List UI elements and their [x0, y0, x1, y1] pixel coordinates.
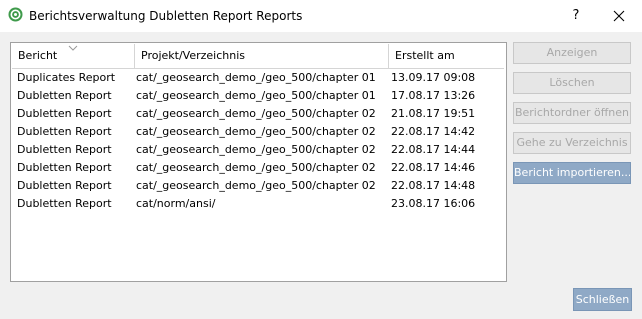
- cell-project: cat/_geosearch_demo_/geo_500/chapter 01: [136, 71, 376, 84]
- app-logo-icon: [8, 7, 23, 22]
- reports-table[interactable]: Bericht Projekt/Verzeichnis Erstellt am …: [10, 42, 507, 282]
- column-header-project[interactable]: Projekt/Verzeichnis: [134, 44, 388, 68]
- cell-project: cat/norm/ansi/: [136, 197, 216, 210]
- cell-project: cat/_geosearch_demo_/geo_500/chapter 01: [136, 89, 376, 102]
- table-body: Duplicates Report cat/_geosearch_demo_/g…: [12, 69, 504, 213]
- table-row[interactable]: Dubletten Report cat/_geosearch_demo_/ge…: [12, 159, 504, 177]
- table-row[interactable]: Dubletten Report cat/_geosearch_demo_/ge…: [12, 141, 504, 159]
- go-to-directory-button[interactable]: Gehe zu Verzeichnis: [513, 132, 631, 154]
- cell-report: Dubletten Report: [17, 179, 112, 192]
- cell-created: 22.08.17 14:42: [391, 125, 476, 138]
- cell-project: cat/_geosearch_demo_/geo_500/chapter 02: [136, 161, 376, 174]
- close-icon: [613, 10, 625, 22]
- cell-report: Dubletten Report: [17, 89, 112, 102]
- delete-button[interactable]: Löschen: [513, 72, 631, 94]
- cell-project: cat/_geosearch_demo_/geo_500/chapter 02: [136, 179, 376, 192]
- sort-indicator-icon: [68, 45, 78, 51]
- cell-created: 21.08.17 19:51: [391, 107, 476, 120]
- table-row[interactable]: Duplicates Report cat/_geosearch_demo_/g…: [12, 69, 504, 87]
- cell-report: Dubletten Report: [17, 125, 112, 138]
- table-header: Bericht Projekt/Verzeichnis Erstellt am: [12, 44, 504, 69]
- cell-created: 22.08.17 14:46: [391, 161, 476, 174]
- open-report-folder-button[interactable]: Berichtordner öffnen: [513, 102, 631, 124]
- table-row[interactable]: Dubletten Report cat/_geosearch_demo_/ge…: [12, 105, 504, 123]
- cell-project: cat/_geosearch_demo_/geo_500/chapter 02: [136, 143, 376, 156]
- cell-report: Duplicates Report: [17, 71, 116, 84]
- title-bar: Berichtsverwaltung Dubletten Report Repo…: [0, 0, 642, 32]
- column-header-report[interactable]: Bericht: [12, 44, 134, 68]
- cell-created: 23.08.17 16:06: [391, 197, 476, 210]
- window-close-button[interactable]: [604, 3, 634, 29]
- help-button[interactable]: ?: [562, 3, 590, 29]
- column-header-report-label: Bericht: [18, 49, 58, 62]
- cell-project: cat/_geosearch_demo_/geo_500/chapter 02: [136, 125, 376, 138]
- show-button[interactable]: Anzeigen: [513, 42, 631, 64]
- table-row[interactable]: Dubletten Report cat/_geosearch_demo_/ge…: [12, 177, 504, 195]
- table-row[interactable]: Dubletten Report cat/_geosearch_demo_/ge…: [12, 123, 504, 141]
- table-row[interactable]: Dubletten Report cat/norm/ansi/ 23.08.17…: [12, 195, 504, 213]
- column-header-created[interactable]: Erstellt am: [388, 44, 504, 68]
- cell-report: Dubletten Report: [17, 197, 112, 210]
- close-dialog-button[interactable]: Schließen: [573, 288, 632, 311]
- cell-created: 17.08.17 13:26: [391, 89, 476, 102]
- cell-created: 13.09.17 09:08: [391, 71, 476, 84]
- cell-created: 22.08.17 14:48: [391, 179, 476, 192]
- window-title: Berichtsverwaltung Dubletten Report Repo…: [29, 9, 303, 23]
- import-report-button[interactable]: Bericht importieren...: [513, 162, 631, 184]
- cell-report: Dubletten Report: [17, 143, 112, 156]
- cell-project: cat/_geosearch_demo_/geo_500/chapter 02: [136, 107, 376, 120]
- cell-report: Dubletten Report: [17, 161, 112, 174]
- cell-created: 22.08.17 14:44: [391, 143, 476, 156]
- table-row[interactable]: Dubletten Report cat/_geosearch_demo_/ge…: [12, 87, 504, 105]
- cell-report: Dubletten Report: [17, 107, 112, 120]
